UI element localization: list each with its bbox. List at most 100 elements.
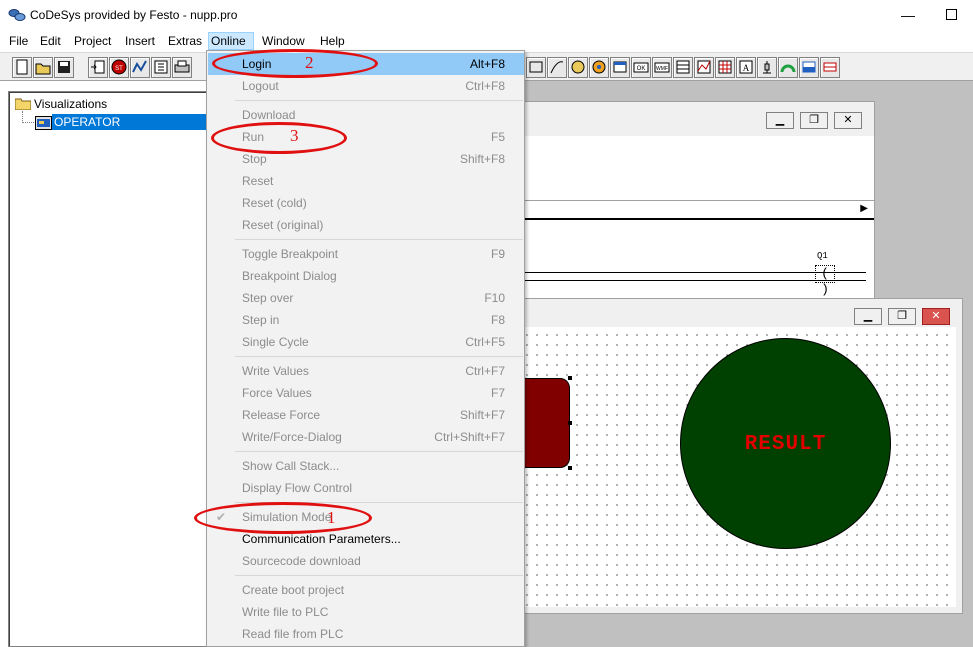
- vis-minimize-button[interactable]: ▁: [854, 308, 882, 325]
- toolbar-print-button[interactable]: [172, 57, 192, 78]
- menu-item-label: Write/Force-Dialog: [242, 430, 342, 444]
- menu-item-write-force-dialog[interactable]: Write/Force-Dialog Ctrl+Shift+F7: [208, 426, 524, 448]
- menu-item-release-force[interactable]: Release Force Shift+F7: [208, 404, 524, 426]
- menu-item-label: Sourcecode download: [242, 554, 361, 568]
- toolbar-bar-button[interactable]: [799, 57, 819, 78]
- ladder-editor-titlebar: ▁ ❐ ✕: [509, 102, 874, 129]
- tree-item-operator[interactable]: OPERATOR: [52, 114, 209, 130]
- trend-tool-icon: [697, 60, 711, 74]
- menu-item-toggle-breakpoint[interactable]: Toggle Breakpoint F9: [208, 243, 524, 265]
- menu-item-write-file-to-plc[interactable]: Write file to PLC: [208, 601, 524, 623]
- menu-item-step-over[interactable]: Step over F10: [208, 287, 524, 309]
- menu-item-label: Reset (original): [242, 218, 324, 232]
- menu-item-label: Toggle Breakpoint: [242, 247, 339, 261]
- annotation-number-2: 2: [305, 53, 314, 72]
- open-folder-icon: [35, 63, 51, 75]
- selection-handle[interactable]: [568, 466, 572, 470]
- result-indicator[interactable]: RESULT: [680, 338, 891, 549]
- toolbar-trend-button[interactable]: [694, 57, 714, 78]
- menu-item-single-cycle[interactable]: Single Cycle Ctrl+F5: [208, 331, 524, 353]
- menu-item-create-boot-project[interactable]: Create boot project: [208, 579, 524, 601]
- scroll-right-arrow[interactable]: ▶: [860, 203, 868, 214]
- menu-item-display-flow-control[interactable]: Display Flow Control: [208, 477, 524, 499]
- grid-tool-icon: [718, 60, 732, 74]
- selection-handle[interactable]: [568, 376, 572, 380]
- visualization-titlebar: ▁ ❐ ✕: [519, 299, 962, 327]
- toolbar-stop-button[interactable]: ST: [109, 57, 129, 78]
- mdi-minimize-button[interactable]: ▁: [766, 112, 794, 129]
- menu-item-label: Read file from PLC: [242, 627, 344, 641]
- toolbar-rectangle-button[interactable]: [526, 57, 546, 78]
- toolbar-save-button[interactable]: [54, 57, 74, 78]
- menu-item-read-file-from-plc[interactable]: Read file from PLC: [208, 623, 524, 645]
- toolbar-button-tool[interactable]: OK: [631, 57, 651, 78]
- menu-extras[interactable]: Extras: [166, 33, 204, 51]
- menu-item-label: Step over: [242, 291, 294, 305]
- menu-item-shortcut: F9: [490, 247, 505, 261]
- toolbar-download-button[interactable]: [88, 57, 108, 78]
- toolbar-table-button[interactable]: [673, 57, 693, 78]
- toolbar-wmf-button[interactable]: WMF: [652, 57, 672, 78]
- menu-insert[interactable]: Insert: [123, 33, 157, 51]
- menu-item-shortcut: Ctrl+Shift+F7: [434, 430, 505, 444]
- rectangle-tool-icon: [529, 61, 543, 73]
- toolbar-bitmap-button[interactable]: [568, 57, 588, 78]
- tree-root-visualizations[interactable]: Visualizations: [34, 97, 107, 111]
- toolbar-gauge-button[interactable]: [778, 57, 798, 78]
- visualization-icon: [35, 116, 52, 130]
- selection-handle[interactable]: [568, 421, 572, 425]
- menu-item-logout[interactable]: Logout Ctrl+F8: [208, 75, 524, 97]
- menu-help[interactable]: Help: [318, 33, 347, 51]
- vis-restore-button[interactable]: ❐: [888, 308, 916, 325]
- toolbar-color-button[interactable]: [589, 57, 609, 78]
- menu-item-reset-original[interactable]: Reset (original): [208, 214, 524, 236]
- svg-text:WMF: WMF: [656, 66, 668, 72]
- object-tree-panel: Visualizations OPERATOR: [8, 91, 209, 647]
- menu-item-reset-cold[interactable]: Reset (cold): [208, 192, 524, 214]
- vis-close-button[interactable]: ✕: [922, 308, 950, 325]
- menu-separator: [235, 239, 523, 240]
- toolbar-slider-button[interactable]: [820, 57, 840, 78]
- menu-item-shortcut: F10: [484, 291, 505, 305]
- menu-item-show-call-stack[interactable]: Show Call Stack...: [208, 455, 524, 477]
- annotation-number-3: 3: [290, 126, 299, 145]
- toolbar-new-button[interactable]: [12, 57, 32, 78]
- toolbar-window-button[interactable]: [610, 57, 630, 78]
- menu-item-shortcut: Ctrl+F8: [465, 79, 505, 93]
- download-icon: [91, 60, 105, 74]
- text-tool-icon: A: [739, 60, 753, 74]
- coil-q1[interactable]: ( ): [815, 265, 835, 297]
- annotation-number-1: 1: [327, 508, 336, 527]
- toolbar-meter-button[interactable]: [757, 57, 777, 78]
- menu-item-write-values[interactable]: Write Values Ctrl+F7: [208, 360, 524, 382]
- toolbar-run-button[interactable]: [130, 57, 150, 78]
- operator-button-element[interactable]: [520, 378, 570, 468]
- menu-file[interactable]: File: [7, 33, 30, 51]
- toolbar-text-button[interactable]: A: [736, 57, 756, 78]
- menu-item-label: Reset: [242, 174, 274, 188]
- menu-item-reset[interactable]: Reset: [208, 170, 524, 192]
- new-file-icon: [16, 59, 28, 75]
- window-maximize-button[interactable]: [942, 6, 962, 24]
- menu-item-sourcecode-download[interactable]: Sourcecode download: [208, 550, 524, 572]
- menu-project[interactable]: Project: [72, 33, 113, 51]
- toolbar-grid-button[interactable]: [715, 57, 735, 78]
- declaration-divider: [509, 200, 874, 201]
- menu-item-shortcut: F8: [490, 313, 505, 327]
- toolbar-step-button[interactable]: [151, 57, 171, 78]
- mdi-close-button[interactable]: ✕: [834, 112, 862, 129]
- toolbar-open-button[interactable]: [33, 57, 53, 78]
- mdi-restore-button[interactable]: ❐: [800, 112, 828, 129]
- run-icon: [132, 60, 147, 73]
- menu-online[interactable]: Online: [208, 32, 254, 50]
- menu-item-label: Reset (cold): [242, 196, 307, 210]
- menu-item-breakpoint-dialog[interactable]: Breakpoint Dialog: [208, 265, 524, 287]
- menu-item-label: Single Cycle: [242, 335, 309, 349]
- menu-edit[interactable]: Edit: [38, 33, 63, 51]
- menu-item-step-in[interactable]: Step in F8: [208, 309, 524, 331]
- menu-item-label: Write file to PLC: [242, 605, 329, 619]
- toolbar-line-button[interactable]: [547, 57, 567, 78]
- folder-open-icon: [15, 98, 31, 110]
- window-minimize-button[interactable]: —: [898, 6, 918, 24]
- menu-item-force-values[interactable]: Force Values F7: [208, 382, 524, 404]
